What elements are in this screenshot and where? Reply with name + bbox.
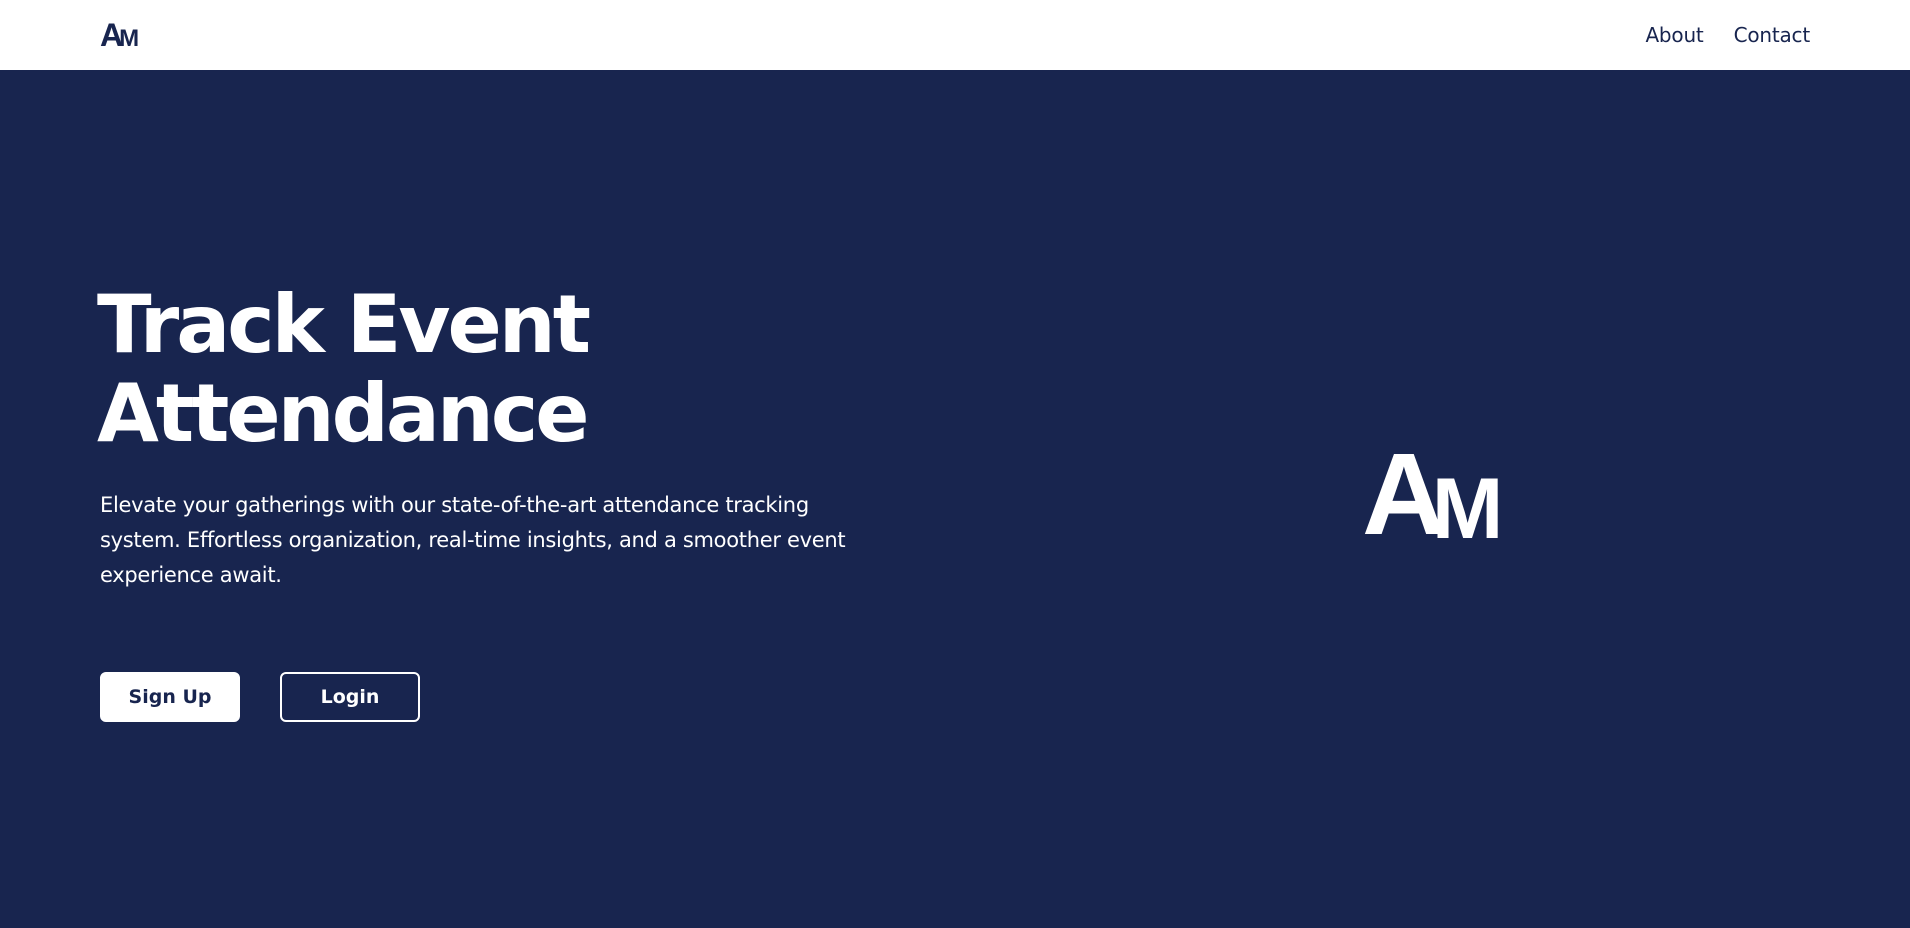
nav-links: About Contact — [1645, 23, 1810, 47]
hero-brand-logo: AM — [1362, 436, 1504, 557]
brand-logo[interactable]: AM — [100, 17, 139, 53]
hero-title: Track Event Attendance — [97, 280, 797, 458]
hero-title-line-1: Track Event — [97, 278, 591, 371]
sign-up-button[interactable]: Sign Up — [100, 672, 240, 722]
top-navbar: AM About Contact — [0, 0, 1910, 70]
hero-logo-letter-m: M — [1431, 461, 1504, 557]
logo-letter-a: A — [100, 17, 123, 53]
nav-link-about[interactable]: About — [1645, 23, 1703, 47]
hero-button-group: Sign Up Login — [100, 672, 420, 722]
logo-letter-m: M — [119, 25, 139, 52]
hero-logo-letter-a: A — [1362, 429, 1446, 559]
nav-link-contact[interactable]: Contact — [1734, 23, 1811, 47]
hero-title-line-2: Attendance — [97, 367, 590, 460]
hero-description: Elevate your gatherings with our state-o… — [100, 493, 846, 587]
login-button[interactable]: Login — [280, 672, 420, 722]
hero-section: Track Event Attendance Elevate your gath… — [0, 70, 1910, 928]
